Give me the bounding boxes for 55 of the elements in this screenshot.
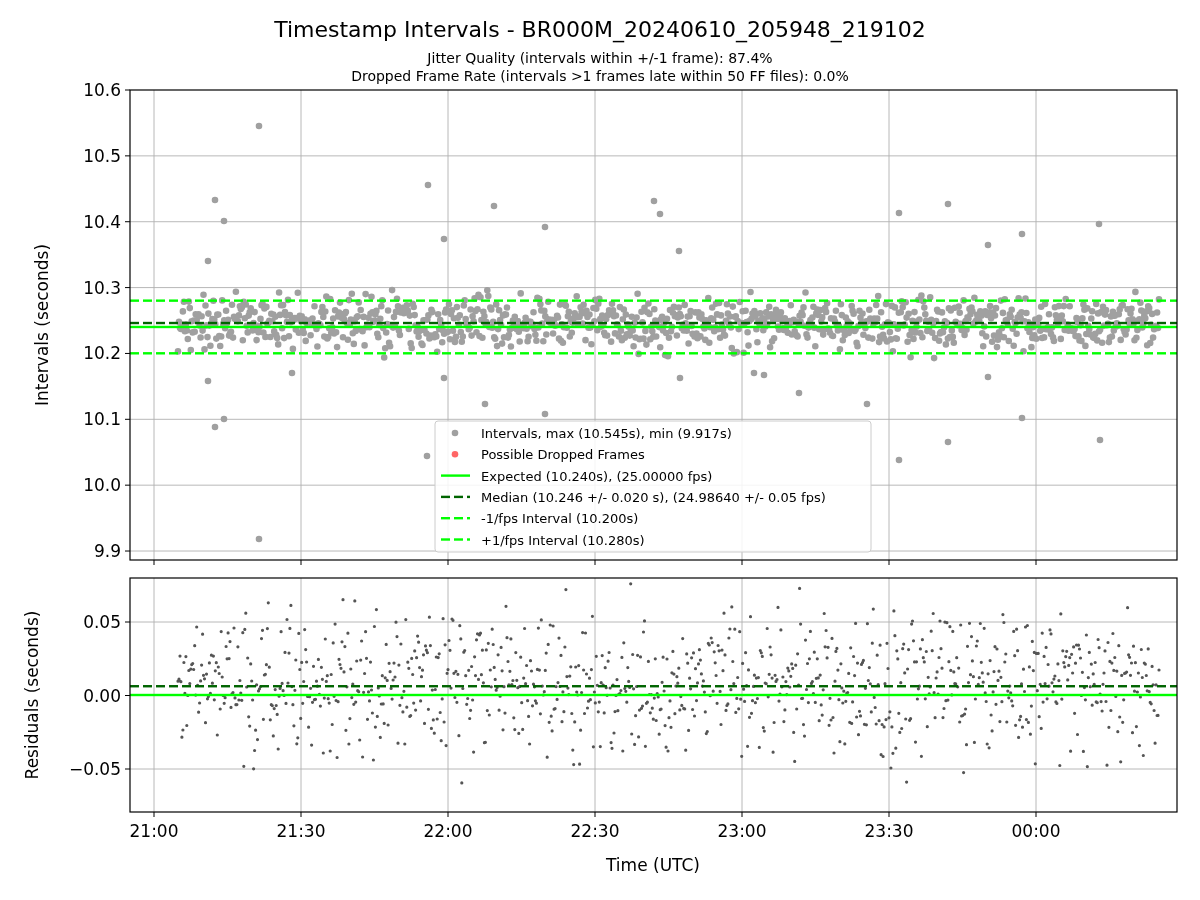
- legend-label: Expected (10.240s), (25.00000 fps): [481, 468, 713, 484]
- tick-mark: [888, 811, 890, 818]
- tick-mark: [124, 287, 131, 289]
- y-tick-label: 10.6: [83, 80, 121, 100]
- x-tick-label: 21:30: [276, 821, 326, 841]
- y-tick-label: 9.9: [93, 541, 121, 561]
- x-tick-label: 21:00: [129, 821, 179, 841]
- tick-mark: [124, 550, 131, 552]
- legend-label: Possible Dropped Frames: [481, 447, 645, 463]
- y-tick-label: 0.00: [83, 685, 121, 706]
- tick-mark: [124, 484, 131, 486]
- legend-label: +1/fps Interval (10.280s): [481, 532, 645, 548]
- y-tick-label: 10.4: [83, 211, 121, 232]
- tick-mark: [741, 559, 743, 566]
- y-tick-label: 0.05: [83, 612, 121, 632]
- chart-subtitle: Jitter Quality (intervals within +/-1 frame): 87.4%: [427, 50, 773, 66]
- y-axis-label: Residuals (seconds): [22, 610, 42, 780]
- y-tick-label: 10.1: [83, 409, 121, 430]
- x-axis-label: Time (UTC): [606, 855, 700, 875]
- y-tick-label: 10.0: [83, 475, 121, 496]
- tick-mark: [124, 621, 131, 623]
- tick-mark: [888, 559, 890, 566]
- y-axis-label: Intervals (seconds): [32, 243, 52, 407]
- tick-mark: [1035, 811, 1037, 818]
- tick-mark: [124, 418, 131, 420]
- y-tick-label: −0.05: [68, 759, 121, 779]
- tick-mark: [153, 559, 155, 566]
- tick-mark: [1035, 559, 1037, 566]
- chart-title: Timestamp Intervals - BR000M_20240610_205948_219102: [274, 17, 926, 42]
- tick-mark: [300, 559, 302, 566]
- legend-label: Intervals, max (10.545s), min (9.917s): [481, 426, 732, 441]
- x-tick-label: 22:00: [423, 821, 473, 841]
- tick-mark: [153, 811, 155, 818]
- tick-mark: [124, 768, 131, 770]
- x-tick-label: 23:00: [717, 821, 767, 841]
- tick-mark: [594, 811, 596, 818]
- y-tick-label: 10.2: [83, 343, 121, 364]
- chart-subtitle: Dropped Frame Rate (intervals >1 frames late within 50 FF files): 0.0%: [351, 68, 849, 84]
- legend-label: -1/fps Interval (10.200s): [481, 511, 639, 527]
- tick-mark: [124, 221, 131, 223]
- y-tick-label: 10.3: [83, 277, 121, 298]
- tick-mark: [124, 155, 131, 157]
- tick-mark: [741, 811, 743, 818]
- tick-mark: [447, 811, 449, 818]
- x-tick-label: 00:00: [1011, 821, 1061, 841]
- x-tick-label: 23:30: [864, 821, 914, 841]
- tick-mark: [300, 811, 302, 818]
- tick-mark: [124, 695, 131, 696]
- x-tick-label: 22:30: [570, 821, 620, 841]
- tick-mark: [124, 352, 131, 354]
- legend-label: Median (10.246 +/- 0.020 s), (24.98640 +/- 0.05 fps): [481, 489, 826, 505]
- tick-mark: [594, 559, 596, 566]
- tick-mark: [124, 89, 131, 91]
- y-tick-label: 10.5: [83, 145, 121, 166]
- tick-mark: [447, 559, 449, 566]
